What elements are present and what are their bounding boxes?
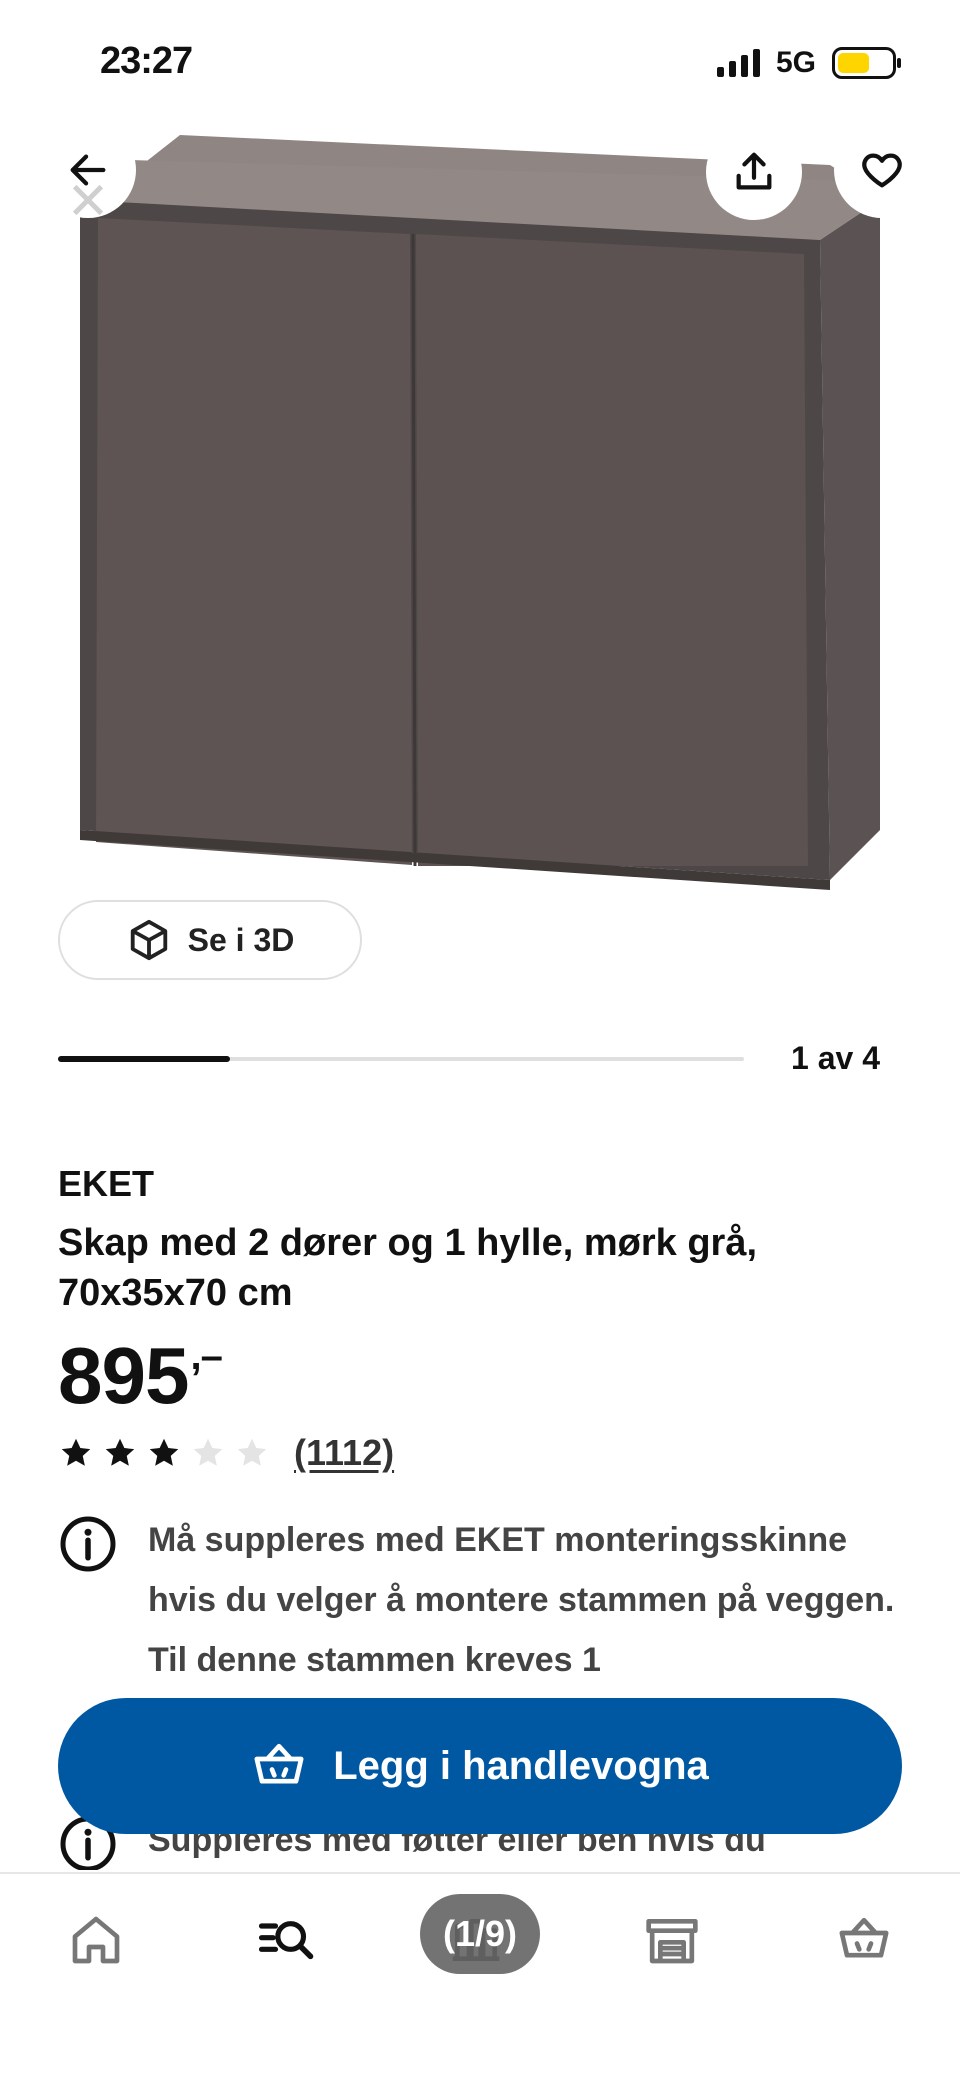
price-suffix: ,– (190, 1334, 222, 1378)
product-price: 895 ,– (58, 1330, 223, 1422)
nav-cart[interactable] (828, 1904, 900, 1976)
info-note: Må suppleres med EKET monteringsskinne h… (58, 1510, 908, 1690)
status-time: 23:27 (100, 40, 193, 82)
basket-icon (254, 1743, 304, 1784)
share-button[interactable] (706, 124, 802, 220)
product-description: Skap med 2 dører og 1 hylle, mørk grå, 7… (58, 1222, 758, 1314)
status-bar: 23:27 5G (0, 0, 960, 120)
favourite-button[interactable] (834, 122, 930, 218)
search-icon (258, 1921, 314, 1960)
price-value: 895 (58, 1331, 189, 1420)
star-filled-icon (105, 1438, 135, 1466)
image-counter-overlay: (1/9) (420, 1894, 540, 1974)
add-to-cart-label: Legg i handlevogna (333, 1743, 709, 1788)
signal-icon (716, 49, 760, 77)
add-to-cart-button[interactable]: Legg i handlevogna (58, 1698, 902, 1834)
share-icon (736, 152, 772, 190)
cart-icon (839, 1917, 889, 1958)
battery-icon (832, 47, 901, 79)
star-empty-icon (237, 1438, 267, 1466)
gallery-progress (58, 1056, 744, 1062)
nav-home[interactable] (60, 1904, 132, 1976)
network-label: 5G (775, 46, 816, 79)
battery-level (838, 53, 870, 73)
status-icons: 5G (716, 46, 901, 80)
star-empty-icon (193, 1438, 223, 1466)
product-image (80, 135, 880, 890)
info-note-text: Må suppleres med EKET monteringsskinne h… (148, 1521, 895, 1679)
home-icon (72, 1916, 120, 1964)
info-icon (60, 1516, 116, 1572)
gallery-progress-fill (58, 1056, 230, 1062)
star-filled-icon (149, 1438, 179, 1466)
bottom-nav: (1/9) (0, 1872, 960, 2078)
cube-icon (130, 919, 167, 961)
view-3d-label: Se i 3D (187, 921, 295, 958)
store-icon (646, 1919, 698, 1964)
heart-icon (862, 153, 902, 188)
view-3d-button[interactable]: Se i 3D (58, 900, 362, 980)
close-icon[interactable] (68, 180, 108, 220)
review-count-link[interactable]: (1112) (294, 1432, 394, 1474)
nav-search[interactable] (250, 1904, 322, 1976)
nav-store[interactable] (636, 1904, 708, 1976)
gallery-counter: 1 av 4 (791, 1040, 880, 1076)
product-brand: EKET (58, 1163, 155, 1204)
product-rating[interactable]: (1112) (58, 1432, 394, 1474)
product-gallery[interactable]: Se i 3D (0, 0, 960, 1000)
star-filled-icon (61, 1438, 91, 1466)
